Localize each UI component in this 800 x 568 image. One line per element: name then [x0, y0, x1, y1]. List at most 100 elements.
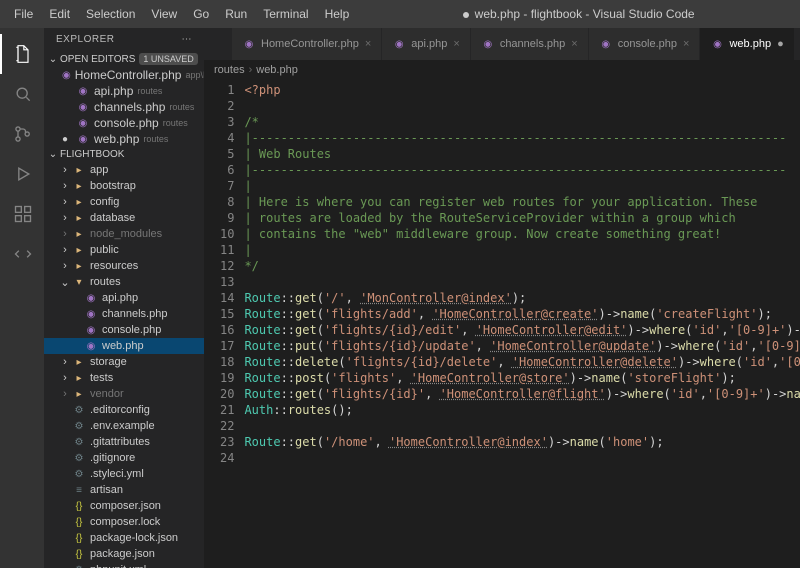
tree-item-web.php[interactable]: ◉web.php: [44, 338, 204, 354]
run-debug-icon[interactable]: [0, 154, 44, 194]
menu-help[interactable]: Help: [317, 3, 358, 25]
explorer-icon[interactable]: [0, 34, 44, 74]
json-icon: {}: [72, 531, 86, 545]
tab-HomeController.php[interactable]: ◉HomeController.php×: [232, 28, 382, 60]
tree-item-node_modules[interactable]: ›▸node_modules: [44, 226, 204, 242]
tree-item-public[interactable]: ›▸public: [44, 242, 204, 258]
menu-file[interactable]: File: [6, 3, 41, 25]
tree-item-package-lock.json[interactable]: {}package-lock.json: [44, 530, 204, 546]
fold-icon: ▸: [72, 371, 86, 385]
open-editors-header[interactable]: ⌄OPEN EDITORS1 UNSAVED: [44, 51, 204, 67]
tree-item-.styleci.yml[interactable]: ⚙.styleci.yml: [44, 466, 204, 482]
file-name: .gitattributes: [90, 436, 150, 448]
tree-item-phpunit.xml[interactable]: ⚙phpunit.xml: [44, 562, 204, 568]
menu-run[interactable]: Run: [217, 3, 255, 25]
tree-item-api.php[interactable]: ◉api.php: [44, 290, 204, 306]
tab-label: api.php: [411, 38, 447, 50]
remote-icon[interactable]: [0, 234, 44, 274]
extensions-icon[interactable]: [0, 194, 44, 234]
tree-item-resources[interactable]: ›▸resources: [44, 258, 204, 274]
fold-icon: ▸: [72, 179, 86, 193]
open-editor-item[interactable]: ◉HomeController.phpapp\Http\Co...: [44, 67, 204, 83]
chevron-right-icon: ›: [249, 64, 253, 76]
menu-edit[interactable]: Edit: [41, 3, 78, 25]
source-control-icon[interactable]: [0, 114, 44, 154]
tab-console.php[interactable]: ◉console.php×: [589, 28, 701, 60]
dirty-dot-icon: ●: [58, 132, 72, 146]
close-icon[interactable]: ×: [683, 38, 689, 50]
file-name: web.php: [94, 132, 139, 146]
file-name: bootstrap: [90, 180, 136, 192]
php-icon: ◉: [599, 37, 613, 51]
tree-item-app[interactable]: ›▸app: [44, 162, 204, 178]
close-icon[interactable]: ×: [571, 38, 577, 50]
search-icon[interactable]: [0, 74, 44, 114]
unsaved-badge: 1 UNSAVED: [139, 53, 197, 65]
tree-item-.env.example[interactable]: ⚙.env.example: [44, 418, 204, 434]
tree-item-database[interactable]: ›▸database: [44, 210, 204, 226]
file-name: database: [90, 212, 135, 224]
php-icon: ◉: [392, 37, 406, 51]
menu-view[interactable]: View: [143, 3, 185, 25]
breadcrumb-item[interactable]: web.php: [256, 64, 298, 76]
php-icon: ◉: [76, 132, 90, 146]
code-editor[interactable]: 1 2 3 4 5 6 7 8 9 10 11 12 13 14 15 16 1…: [204, 80, 800, 568]
close-icon[interactable]: ×: [365, 38, 371, 50]
php-icon: ◉: [481, 37, 495, 51]
open-editor-item[interactable]: ◉api.phproutes: [44, 83, 204, 99]
tree-item-storage[interactable]: ›▸storage: [44, 354, 204, 370]
tree-item-bootstrap[interactable]: ›▸bootstrap: [44, 178, 204, 194]
sidebar-title: EXPLORER⋯: [44, 28, 204, 51]
window-title: web.php - flightbook - Visual Studio Cod…: [357, 7, 800, 21]
dirty-dot-icon: [463, 12, 469, 18]
more-icon[interactable]: ⋯: [182, 34, 193, 45]
tree-item-vendor[interactable]: ›▸vendor: [44, 386, 204, 402]
file-hint: routes: [163, 118, 188, 128]
cfg-icon: ⚙: [72, 435, 86, 449]
menu-selection[interactable]: Selection: [78, 3, 143, 25]
menu-bar: FileEditSelectionViewGoRunTerminalHelp: [0, 3, 357, 25]
cfg-icon: ⚙: [72, 467, 86, 481]
tree-item-package.json[interactable]: {}package.json: [44, 546, 204, 562]
tree-item-config[interactable]: ›▸config: [44, 194, 204, 210]
tree-item-.gitattributes[interactable]: ⚙ .gitattributes: [44, 434, 204, 450]
open-editor-item[interactable]: ●◉web.phproutes: [44, 131, 204, 147]
tab-bar: ◉HomeController.php×◉api.php×◉channels.p…: [204, 28, 800, 60]
cfg-icon: ⚙: [72, 451, 86, 465]
php-icon: ◉: [710, 37, 724, 51]
project-header[interactable]: ⌄FLIGHTBOOK: [44, 147, 204, 162]
open-editor-item[interactable]: ◉channels.phproutes: [44, 99, 204, 115]
file-name: api.php: [102, 292, 138, 304]
editor-area: ◉HomeController.php×◉api.php×◉channels.p…: [204, 28, 800, 568]
file-name: channels.php: [102, 308, 167, 320]
menu-go[interactable]: Go: [185, 3, 217, 25]
open-editor-item[interactable]: ◉console.phproutes: [44, 115, 204, 131]
breadcrumb[interactable]: routes ›web.php: [204, 60, 800, 80]
tree-item-console.php[interactable]: ◉console.php: [44, 322, 204, 338]
tree-item-channels.php[interactable]: ◉ channels.php: [44, 306, 204, 322]
tree-item-routes[interactable]: ⌄▾routes: [44, 274, 204, 290]
php-icon: ◉: [76, 100, 90, 114]
tree-item-composer.json[interactable]: {}composer.json: [44, 498, 204, 514]
php-icon: ◉: [84, 307, 98, 321]
file-name: node_modules: [90, 228, 162, 240]
cfg-icon: ⚙: [72, 403, 86, 417]
file-name: storage: [90, 356, 127, 368]
tab-web.php[interactable]: ◉web.php●: [700, 28, 794, 60]
tab-channels.php[interactable]: ◉channels.php×: [471, 28, 589, 60]
tree-item-composer.lock[interactable]: {}composer.lock: [44, 514, 204, 530]
sidebar: EXPLORER⋯ ⌄OPEN EDITORS1 UNSAVED ◉HomeCo…: [44, 28, 204, 568]
tab-api.php[interactable]: ◉ api.php ×: [382, 28, 471, 60]
tree-item-.gitignore[interactable]: ⚙.gitignore: [44, 450, 204, 466]
fold-icon: ▸: [72, 195, 86, 209]
code-lines[interactable]: <?php /* |------------------------------…: [244, 80, 800, 568]
tree-item-artisan[interactable]: ≡artisan: [44, 482, 204, 498]
chevron-down-icon: ⌄: [48, 54, 58, 65]
dirty-dot-icon[interactable]: ●: [777, 38, 784, 50]
close-icon[interactable]: ×: [453, 38, 459, 50]
tree-item-tests[interactable]: ›▸tests: [44, 370, 204, 386]
tree-item-.editorconfig[interactable]: ⚙.editorconfig: [44, 402, 204, 418]
file-name: console.php: [94, 116, 159, 130]
menu-terminal[interactable]: Terminal: [255, 3, 316, 25]
breadcrumb-item[interactable]: routes: [214, 64, 245, 76]
